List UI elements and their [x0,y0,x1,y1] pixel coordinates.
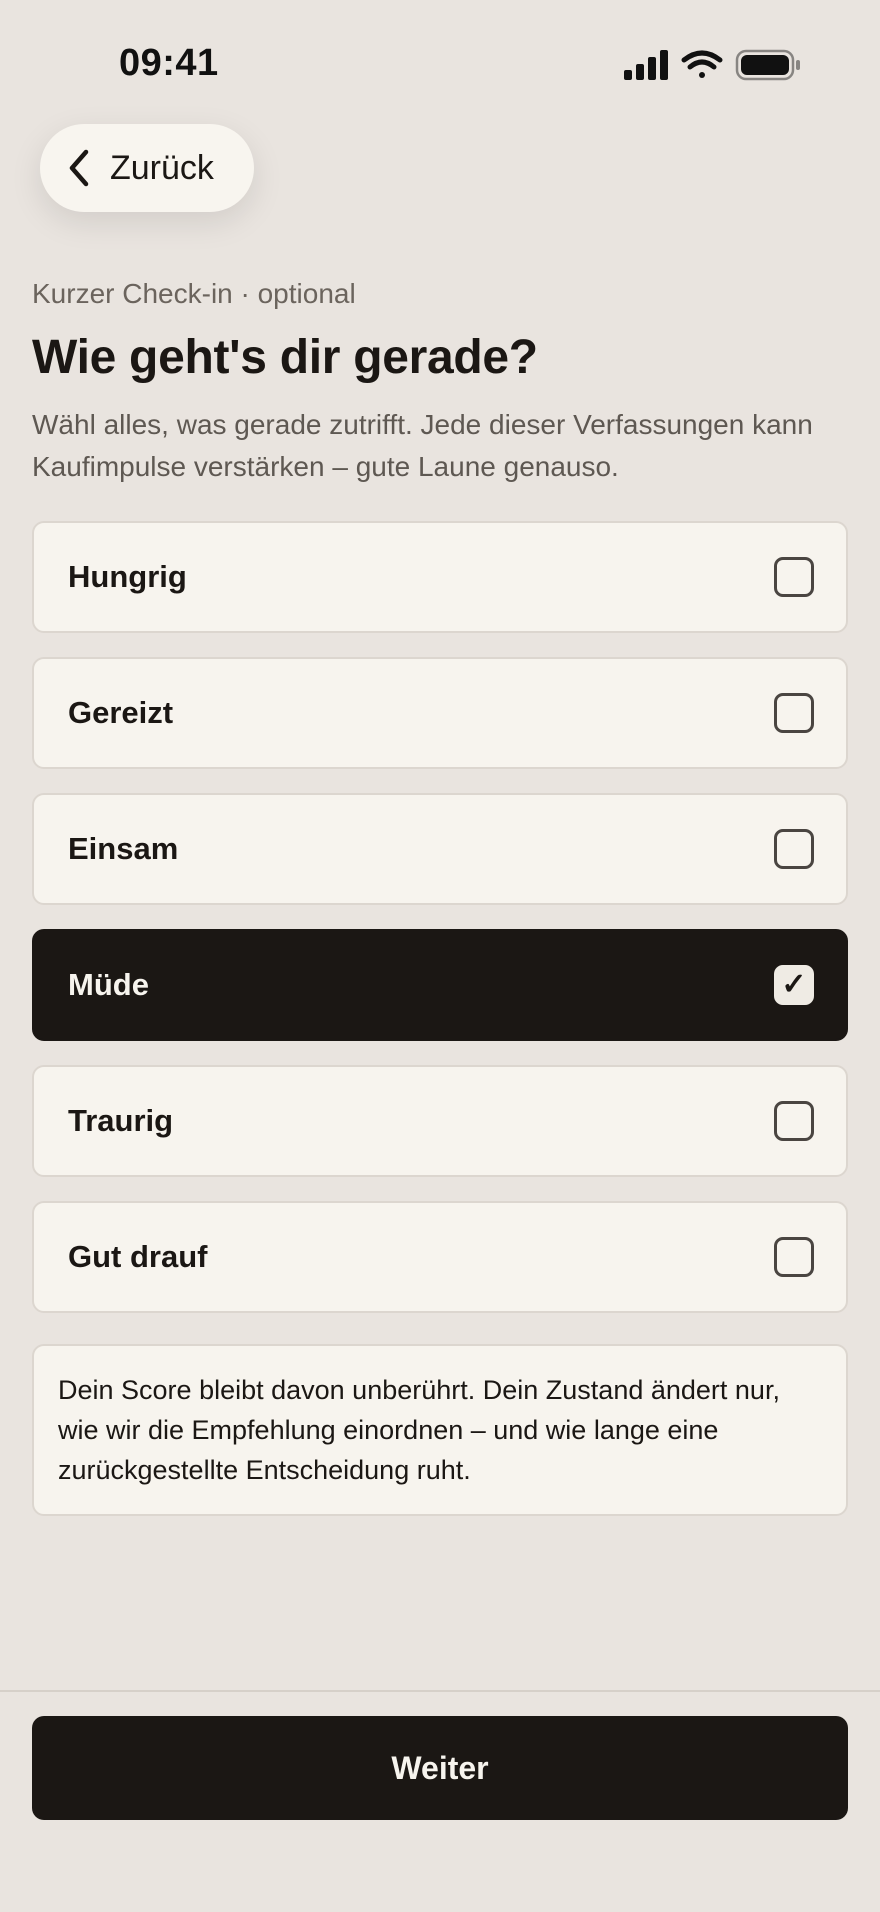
wifi-icon [681,50,723,78]
option-gereizt[interactable]: Gereizt [32,657,848,769]
status-time: 09:41 [119,42,219,84]
checkbox[interactable] [774,693,814,733]
checkmark-icon: ✓ [781,968,807,1001]
back-button[interactable]: Zurück [40,124,254,212]
option-einsam[interactable]: Einsam [32,793,848,905]
eyebrow: Kurzer Check-in · optional [32,278,356,309]
page-subtitle: Wähl alles, was gerade zutrifft. Jede di… [32,409,813,482]
option-label: Traurig [68,1103,174,1138]
info-box: Dein Score bleibt davon unberührt. Dein … [32,1344,848,1516]
checkbox[interactable] [774,557,814,597]
option-label: Einsam [68,831,179,866]
option-label: Müde [68,967,149,1002]
status-icons [624,49,800,81]
status-bar: 09:41 [0,0,880,130]
option-label: Gut drauf [68,1239,208,1274]
checkbox[interactable] [774,829,814,869]
footer-divider [0,1690,880,1692]
option-label: Hungrig [68,559,187,594]
signal-icon [624,50,668,80]
back-label: Zurück [110,148,214,187]
option-traurig[interactable]: Traurig [32,1065,848,1177]
chevron-left-icon [69,149,89,187]
page-title: Wie geht's dir gerade? [32,331,538,384]
option-hungrig[interactable]: Hungrig [32,521,848,633]
continue-button[interactable]: Weiter [32,1716,848,1820]
mood-options: Hungrig Gereizt Einsam Müde ✓ Traurig Gu… [32,521,848,1337]
option-muede[interactable]: Müde ✓ [32,929,848,1041]
option-gut-drauf[interactable]: Gut drauf [32,1201,848,1313]
checkbox[interactable] [774,1101,814,1141]
option-label: Gereizt [68,695,174,730]
checkbox-checked[interactable]: ✓ [774,965,814,1005]
checkbox[interactable] [774,1237,814,1277]
battery-icon [735,49,800,81]
